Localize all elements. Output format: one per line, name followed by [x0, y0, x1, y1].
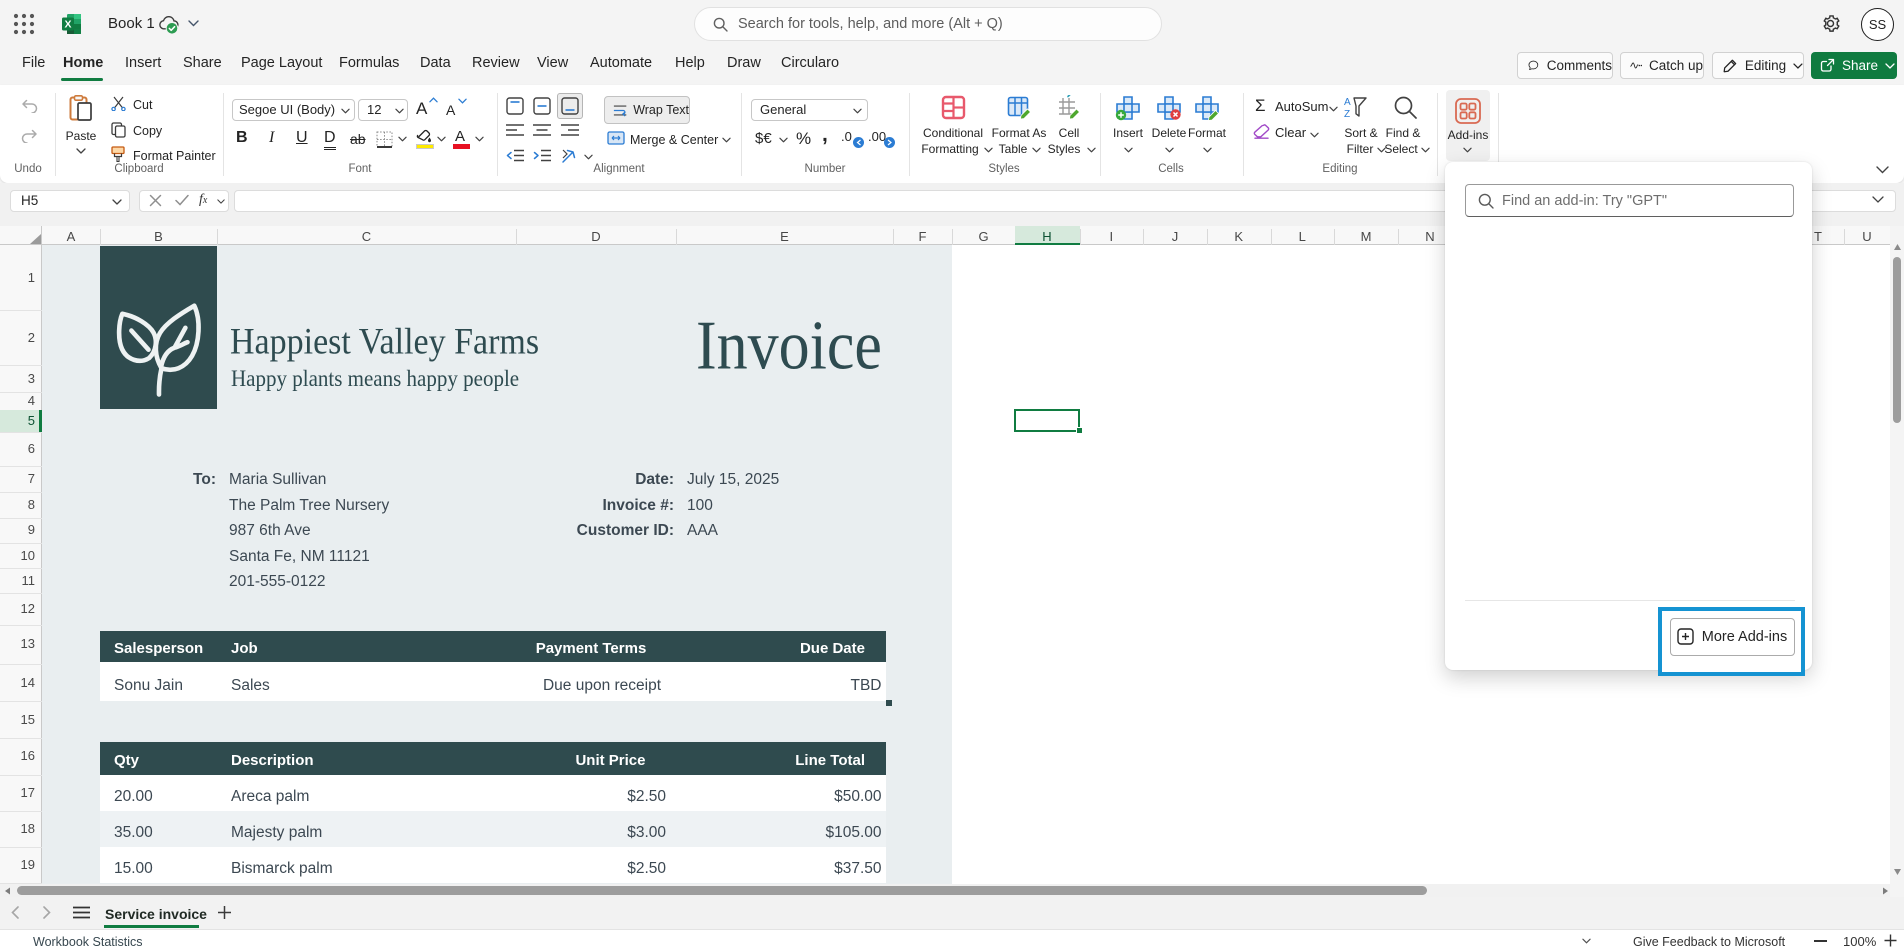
svg-text:X: X [64, 19, 71, 31]
svg-text:A: A [1344, 97, 1351, 108]
svg-text:Z: Z [1344, 109, 1350, 120]
